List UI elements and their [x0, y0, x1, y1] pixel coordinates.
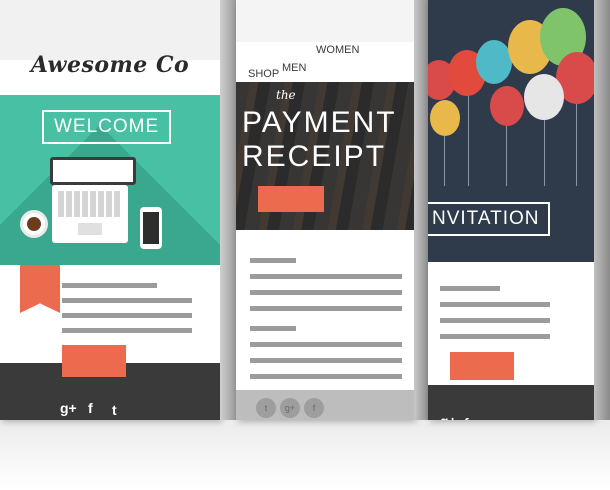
text-placeholder-line [62, 298, 192, 303]
text-placeholder-line [440, 318, 550, 323]
twitter-icon[interactable]: t [112, 402, 117, 418]
receipt-email-template: SHOP MEN WOMEN the PAYMENT RECEIPT t g+ … [236, 0, 414, 420]
text-placeholder-line [62, 283, 157, 288]
balloon [430, 100, 460, 136]
receipt-cta-button[interactable] [258, 186, 324, 212]
balloon-string [576, 104, 577, 186]
laptop-keyboard-icon [52, 185, 128, 243]
invitation-email-template: NVITATION g+ f t [428, 0, 594, 420]
invitation-headline: NVITATION [428, 202, 550, 236]
google-plus-icon[interactable]: g+ [280, 398, 300, 418]
text-placeholder-line [250, 374, 402, 379]
welcome-headline: WELCOME [42, 110, 172, 144]
invitation-cta-button[interactable] [450, 352, 514, 380]
balloon [476, 40, 512, 84]
receipt-hero: the PAYMENT RECEIPT [236, 82, 414, 230]
welcome-header [0, 0, 220, 60]
laptop-icon [50, 157, 136, 185]
smartphone-icon [140, 207, 162, 249]
welcome-hero: WELCOME [0, 95, 220, 265]
text-placeholder-line [440, 286, 500, 291]
nav-men[interactable]: MEN [282, 62, 306, 74]
balloon-string [506, 126, 507, 186]
text-placeholder-line [440, 302, 550, 307]
twitter-icon[interactable]: t [256, 398, 276, 418]
coffee [27, 217, 41, 231]
text-placeholder-line [62, 328, 192, 333]
balloon [490, 86, 524, 126]
text-placeholder-line [250, 326, 296, 331]
receipt-nav [236, 0, 414, 42]
balloon [524, 74, 564, 120]
coffee-cup-icon [20, 210, 48, 238]
floor-shadow [0, 420, 610, 490]
facebook-icon[interactable]: f [304, 398, 324, 418]
receipt-card-edge [414, 0, 428, 420]
receipt-title-line2: RECEIPT [242, 140, 387, 173]
facebook-icon[interactable]: f [88, 400, 93, 416]
balloons-hero: NVITATION [428, 0, 594, 262]
welcome-email-template: Awesome Co WELCOME g+ f t [0, 0, 220, 420]
invitation-footer: g+ f t [428, 385, 594, 420]
invitation-card-edge [594, 0, 610, 420]
text-placeholder-line [250, 274, 402, 279]
google-plus-icon[interactable]: g+ [440, 413, 457, 420]
text-placeholder-line [250, 258, 296, 263]
balloon-string [444, 136, 445, 186]
company-logo: Awesome Co [30, 52, 190, 78]
balloon-string [544, 120, 545, 186]
text-placeholder-line [250, 342, 402, 347]
text-placeholder-line [250, 290, 402, 295]
welcome-cta-button[interactable] [62, 345, 126, 377]
welcome-card-edge [220, 0, 236, 420]
text-placeholder-line [440, 334, 550, 339]
nav-shop[interactable]: SHOP [248, 68, 279, 80]
keyboard-keys [58, 191, 122, 217]
ribbon-bookmark-icon [20, 265, 60, 313]
text-placeholder-line [62, 313, 192, 318]
balloon-string [468, 96, 469, 186]
text-placeholder-line [250, 306, 402, 311]
nav-women[interactable]: WOMEN [316, 44, 359, 56]
phone-screen [143, 212, 159, 244]
receipt-title: PAYMENT RECEIPT [242, 106, 397, 174]
trackpad [78, 223, 102, 235]
text-placeholder-line [250, 358, 402, 363]
receipt-title-line1: PAYMENT [242, 106, 397, 139]
receipt-kicker: the [276, 88, 296, 102]
google-plus-icon[interactable]: g+ [60, 400, 77, 416]
